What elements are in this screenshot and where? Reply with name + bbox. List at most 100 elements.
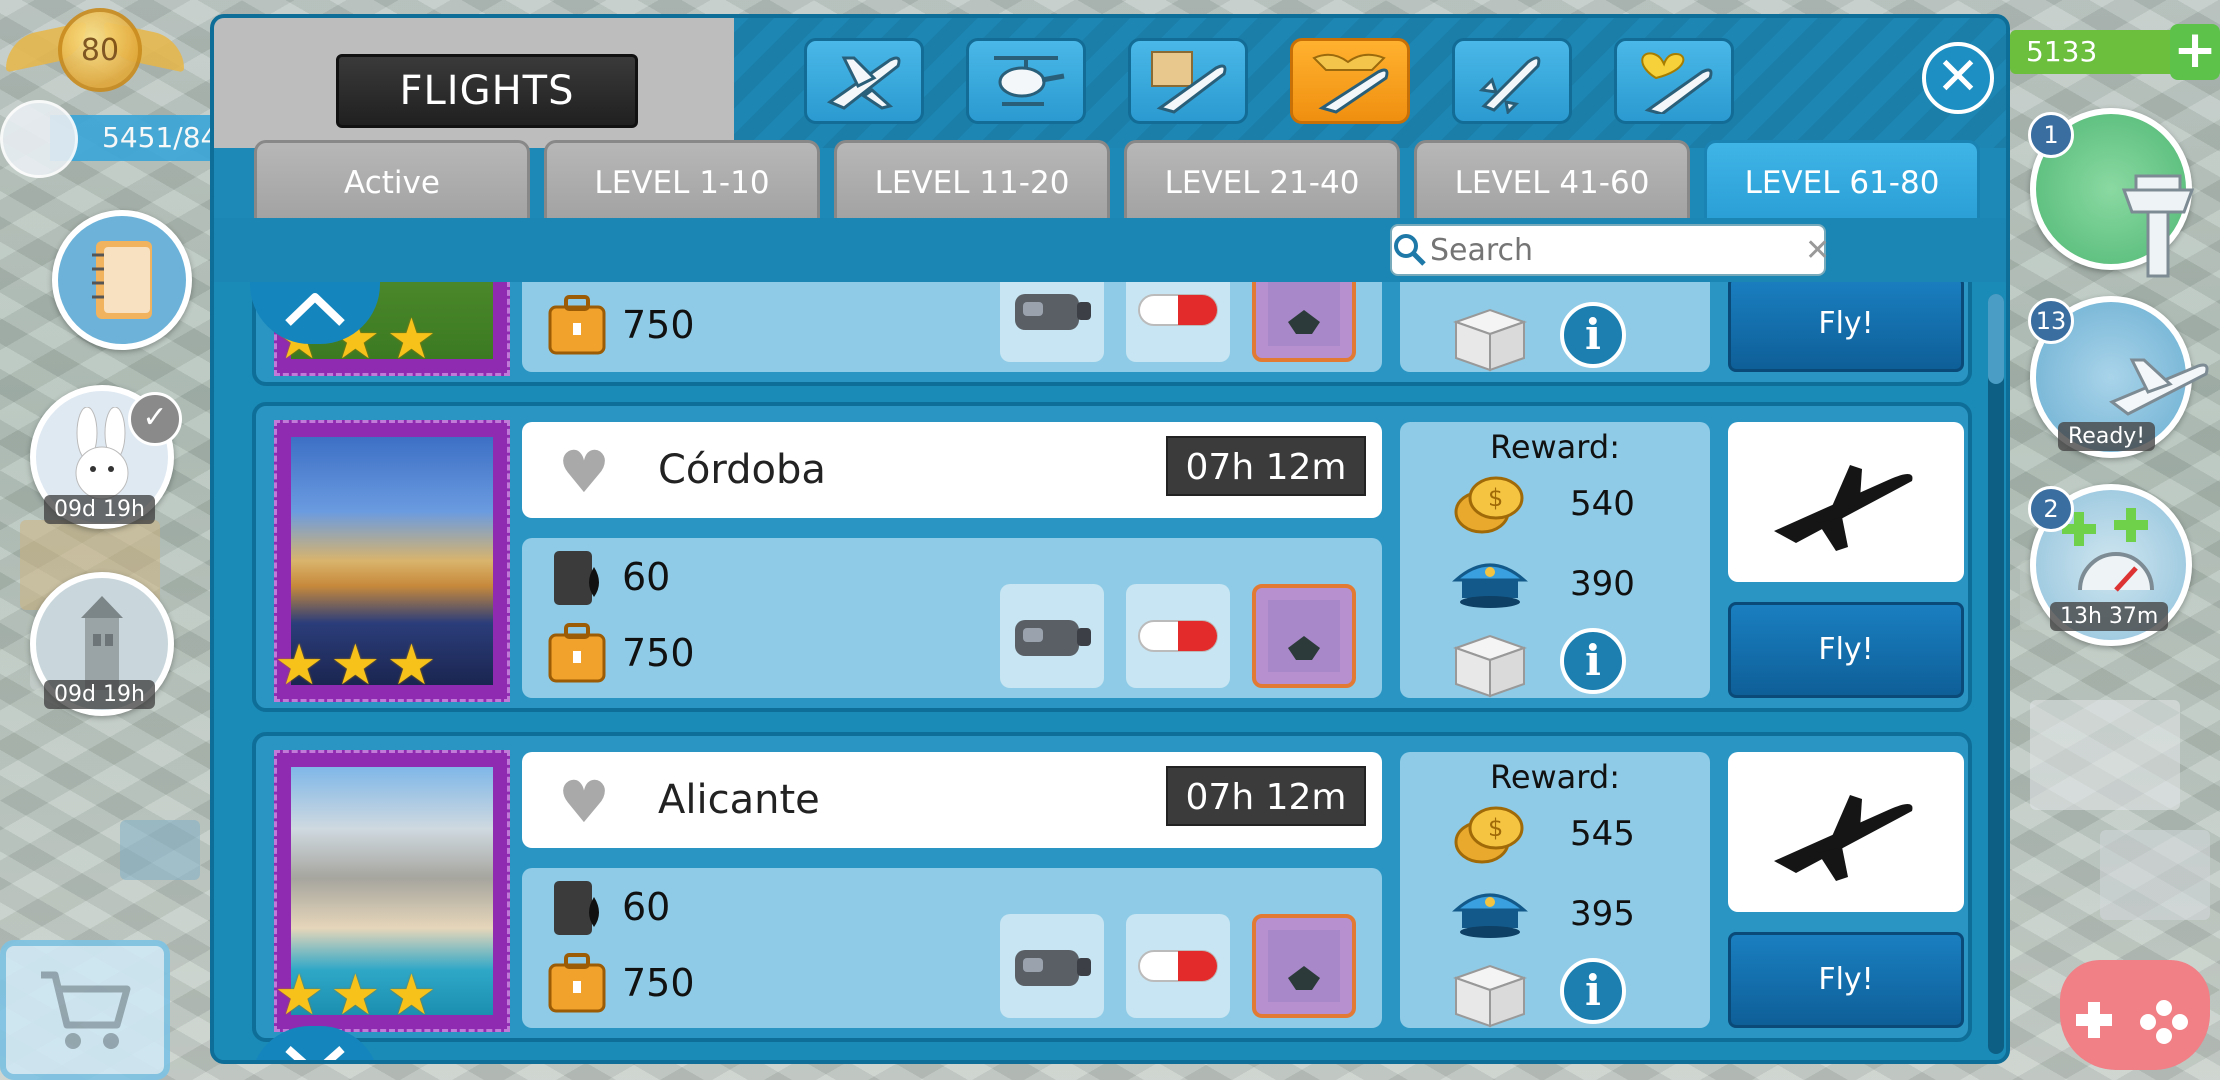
suitcase-icon xyxy=(548,623,606,683)
destination-name: Córdoba xyxy=(658,447,826,493)
category-plane-button[interactable] xyxy=(804,38,924,124)
star-icon: ★ xyxy=(386,963,437,1028)
coin-reward: $ 545 xyxy=(1450,802,1635,866)
suitcase-icon xyxy=(548,295,606,355)
suitcase-icon xyxy=(548,953,606,1013)
tower-count-badge: 1 xyxy=(2028,112,2074,158)
speed-boost-icon xyxy=(2062,508,2154,592)
pill-icon xyxy=(1138,620,1218,652)
destination-bar: ♥ Alicante 07h 12m xyxy=(522,752,1382,848)
pill-slot[interactable] xyxy=(1126,914,1230,1018)
helicopter-icon xyxy=(994,56,1065,106)
gift-box-icon xyxy=(1452,308,1528,372)
fly-button[interactable]: Fly! xyxy=(1728,932,1964,1028)
coin-counter: 5133 xyxy=(2010,30,2180,74)
search-row: ✕ xyxy=(214,218,2006,282)
add-coins-button[interactable]: + xyxy=(2170,24,2220,80)
flights-window: FLIGHTS ✕ Active LEVEL 1-10 LEVEL 11-20 … xyxy=(210,14,2010,1064)
reward-panel: Reward: $ 540 390 i xyxy=(1400,422,1710,698)
postcard-slot[interactable] xyxy=(1252,282,1356,362)
fuel-requirement: 60 xyxy=(546,872,670,942)
star-icon: ★ xyxy=(330,633,381,698)
gamepad-icon xyxy=(2076,1000,2188,1044)
shop-button[interactable] xyxy=(0,940,170,1080)
xp-reward-value: 395 xyxy=(1570,894,1635,934)
favorite-heart-icon[interactable]: ♥ xyxy=(558,773,610,831)
vr-headset-icon xyxy=(1015,950,1091,986)
boost-timer: 13h 37m xyxy=(2050,602,2169,631)
flight-list[interactable]: ★★★ 750 i Fly! xyxy=(214,282,2006,1060)
vr-headset-slot[interactable] xyxy=(1000,584,1104,688)
tab-active[interactable]: Active xyxy=(254,140,530,220)
notebook-button[interactable] xyxy=(52,210,192,350)
vr-headset-slot[interactable] xyxy=(1000,282,1104,362)
search-input[interactable] xyxy=(1428,231,1805,269)
star-icon: ★ xyxy=(274,633,325,698)
reward-panel: Reward: $ 545 395 i xyxy=(1400,752,1710,1028)
svg-text:$: $ xyxy=(1488,814,1503,842)
info-button[interactable]: i xyxy=(1560,302,1626,368)
scrollbar[interactable] xyxy=(1988,294,2004,1054)
pill-slot[interactable] xyxy=(1126,584,1230,688)
fuel-requirement: 60 xyxy=(546,542,670,612)
info-button[interactable]: i xyxy=(1560,628,1626,694)
aircraft-preview xyxy=(1728,422,1964,582)
category-helicopter-button[interactable] xyxy=(966,38,1086,124)
coin-reward-value: 540 xyxy=(1570,484,1635,524)
close-button[interactable]: ✕ xyxy=(1922,42,1994,114)
tab-level-11-20[interactable]: LEVEL 11-20 xyxy=(834,140,1110,220)
passenger-requirement: 750 xyxy=(546,618,695,688)
map-plane-icon xyxy=(1151,51,1227,114)
postcard-slot[interactable] xyxy=(1252,584,1356,688)
search-icon xyxy=(1392,232,1428,268)
pill-slot[interactable] xyxy=(1126,282,1230,362)
pill-icon xyxy=(1138,294,1218,326)
vr-headset-slot[interactable] xyxy=(1000,914,1104,1018)
oil-barrel-icon xyxy=(554,881,599,935)
tab-level-41-60[interactable]: LEVEL 41-60 xyxy=(1414,140,1690,220)
control-tower-icon xyxy=(2121,174,2195,278)
window-header: FLIGHTS ✕ xyxy=(214,18,2006,148)
postcard-slot[interactable] xyxy=(1252,914,1356,1018)
star-icon: ★ xyxy=(330,963,381,1028)
star-icon: ★ xyxy=(386,307,437,372)
event-timer-2: 09d 19h xyxy=(44,680,155,709)
search-box[interactable]: ✕ xyxy=(1390,224,1830,276)
flight-card: ★ ★ ★ ♥ Córdoba 07h 12m 60 750 Reward: $… xyxy=(252,402,1972,712)
coins-icon: $ xyxy=(1454,806,1524,864)
tab-level-61-80[interactable]: LEVEL 61-80 xyxy=(1704,140,1980,220)
scroll-thumb[interactable] xyxy=(1988,294,2004,384)
clear-search-icon[interactable]: ✕ xyxy=(1805,233,1830,268)
passenger-requirement: 750 xyxy=(546,948,695,1018)
fuel-value: 60 xyxy=(622,555,671,599)
fly-button[interactable]: Fly! xyxy=(1728,602,1964,698)
info-button[interactable]: i xyxy=(1560,958,1626,1024)
star-icon: ★ xyxy=(386,633,437,698)
category-wings-button[interactable] xyxy=(1290,38,1410,124)
pilot-cap-icon xyxy=(1452,893,1528,938)
chevron-up-icon xyxy=(285,293,345,326)
notebook-icon xyxy=(92,241,152,319)
chevron-down-icon xyxy=(285,1046,345,1060)
rocket-icon xyxy=(1478,56,1541,114)
fly-button[interactable]: Fly! xyxy=(1728,282,1964,372)
population-icon xyxy=(0,100,78,178)
requirements-panel: 60 750 xyxy=(522,538,1382,698)
category-favorites-button[interactable] xyxy=(1614,38,1734,124)
event-timer: 09d 19h xyxy=(44,495,155,524)
favorite-heart-icon[interactable]: ♥ xyxy=(558,443,610,501)
flight-duration: 07h 12m xyxy=(1166,436,1366,496)
player-level-badge[interactable]: 80 xyxy=(6,8,184,92)
passenger-requirement: 750 xyxy=(546,290,695,360)
plane-icon xyxy=(826,56,901,110)
star-icon: ★ xyxy=(274,963,325,1028)
category-map-button[interactable] xyxy=(1128,38,1248,124)
minigame-button[interactable] xyxy=(2060,960,2210,1070)
postcard-icon xyxy=(1268,600,1340,672)
gift-box-icon xyxy=(1452,634,1528,698)
flight-duration: 07h 12m xyxy=(1166,766,1366,826)
destination-bar: ♥ Córdoba 07h 12m xyxy=(522,422,1382,518)
category-rocket-button[interactable] xyxy=(1452,38,1572,124)
tab-level-1-10[interactable]: LEVEL 1-10 xyxy=(544,140,820,220)
tab-level-21-40[interactable]: LEVEL 21-40 xyxy=(1124,140,1400,220)
